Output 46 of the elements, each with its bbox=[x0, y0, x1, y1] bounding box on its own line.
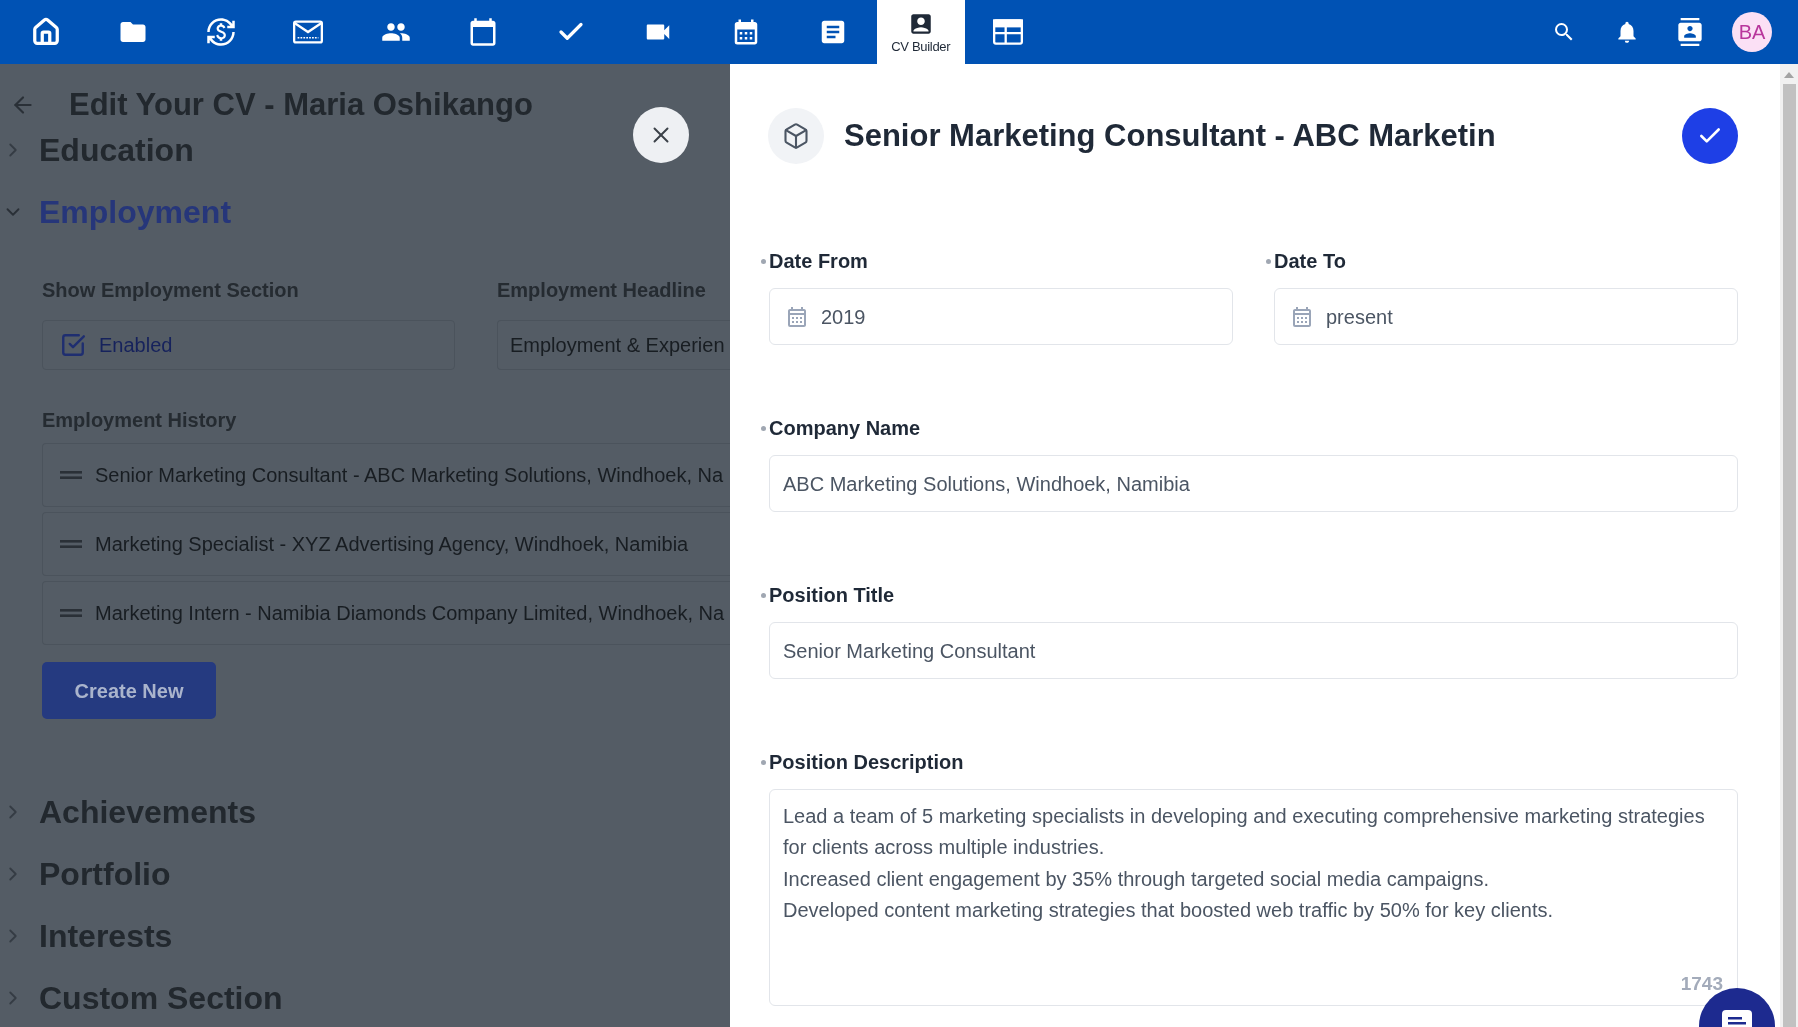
section-header[interactable]: Achievements bbox=[0, 792, 256, 832]
contact-card-icon bbox=[1675, 18, 1704, 46]
history-item[interactable]: Marketing Intern - Namibia Diamonds Company Limited, Windhoek, Na bbox=[42, 581, 730, 645]
chat-icon bbox=[1722, 1010, 1752, 1027]
envelope-icon bbox=[293, 17, 324, 47]
home-icon bbox=[30, 17, 61, 47]
section-header[interactable]: Portfolio bbox=[0, 854, 171, 894]
calendar-icon bbox=[1290, 304, 1314, 329]
nav-tab[interactable]: CV Builder bbox=[877, 0, 965, 64]
section-header[interactable]: Interests bbox=[0, 916, 173, 956]
field-label: Position Description bbox=[769, 750, 964, 775]
character-count: 1743 bbox=[1680, 974, 1723, 993]
history-item-text: Senior Marketing Consultant - ABC Marketing Solutions, Windhoek, Na bbox=[95, 463, 724, 488]
checkbox-icon[interactable] bbox=[60, 332, 86, 358]
drawer-title: Senior Marketing Consultant - ABC Marketin bbox=[844, 116, 1496, 155]
drag-handle-icon[interactable] bbox=[60, 540, 82, 548]
history-item[interactable]: Senior Marketing Consultant - ABC Marketing Solutions, Windhoek, Na bbox=[42, 443, 730, 507]
close-button[interactable] bbox=[633, 107, 689, 163]
dollar-exchange-icon bbox=[205, 17, 236, 47]
field-label: Date To bbox=[1274, 249, 1346, 274]
create-new-button[interactable]: Create New bbox=[42, 662, 216, 719]
field-label: Date From bbox=[769, 249, 868, 274]
user-avatar[interactable]: BA bbox=[1732, 12, 1772, 52]
history-item-text: Marketing Intern - Namibia Diamonds Company Limited, Windhoek, Na bbox=[95, 601, 725, 626]
show-section-checkbox[interactable]: Enabled bbox=[42, 320, 455, 370]
drag-handle-icon[interactable] bbox=[60, 471, 82, 479]
headline-field[interactable]: Employment & Experien bbox=[497, 320, 730, 370]
page-title: Edit Your CV - Maria Oshikango bbox=[69, 85, 533, 124]
description-field[interactable]: Lead a team of 5 marketing specialists in developing and executing comprehensive marketing strategies for clients across multiple industries. Increased client engagement by 35% through targeted social media campaigns. Developed content marketing strategies that boosted web traffic by 50% for key clients. 1743 bbox=[769, 789, 1738, 1006]
section-header[interactable]: Education bbox=[0, 130, 194, 170]
text-field[interactable]: ABC Marketing Solutions, Windhoek, Namibia bbox=[769, 455, 1738, 512]
history-item[interactable]: Marketing Specialist - XYZ Advertising Agency, Windhoek, Namibia bbox=[42, 512, 730, 576]
scrollbar-thumb[interactable] bbox=[1782, 84, 1796, 1027]
date-field[interactable]: present bbox=[1274, 288, 1738, 345]
layout-icon bbox=[993, 17, 1024, 47]
field-label: Position Title bbox=[769, 583, 895, 608]
text-field[interactable]: Senior Marketing Consultant bbox=[769, 622, 1738, 679]
history-item-text: Marketing Specialist - XYZ Advertising Agency, Windhoek, Namibia bbox=[95, 532, 689, 557]
calendar-icon bbox=[468, 17, 499, 47]
calendar-icon bbox=[785, 304, 809, 329]
date-field[interactable]: 2019 bbox=[769, 288, 1233, 345]
field-label: Company Name bbox=[769, 416, 921, 441]
section-header[interactable]: Custom Section bbox=[0, 978, 283, 1018]
drag-handle-icon[interactable] bbox=[60, 609, 82, 617]
confirm-button[interactable] bbox=[1682, 108, 1738, 164]
cube-icon bbox=[768, 108, 824, 164]
